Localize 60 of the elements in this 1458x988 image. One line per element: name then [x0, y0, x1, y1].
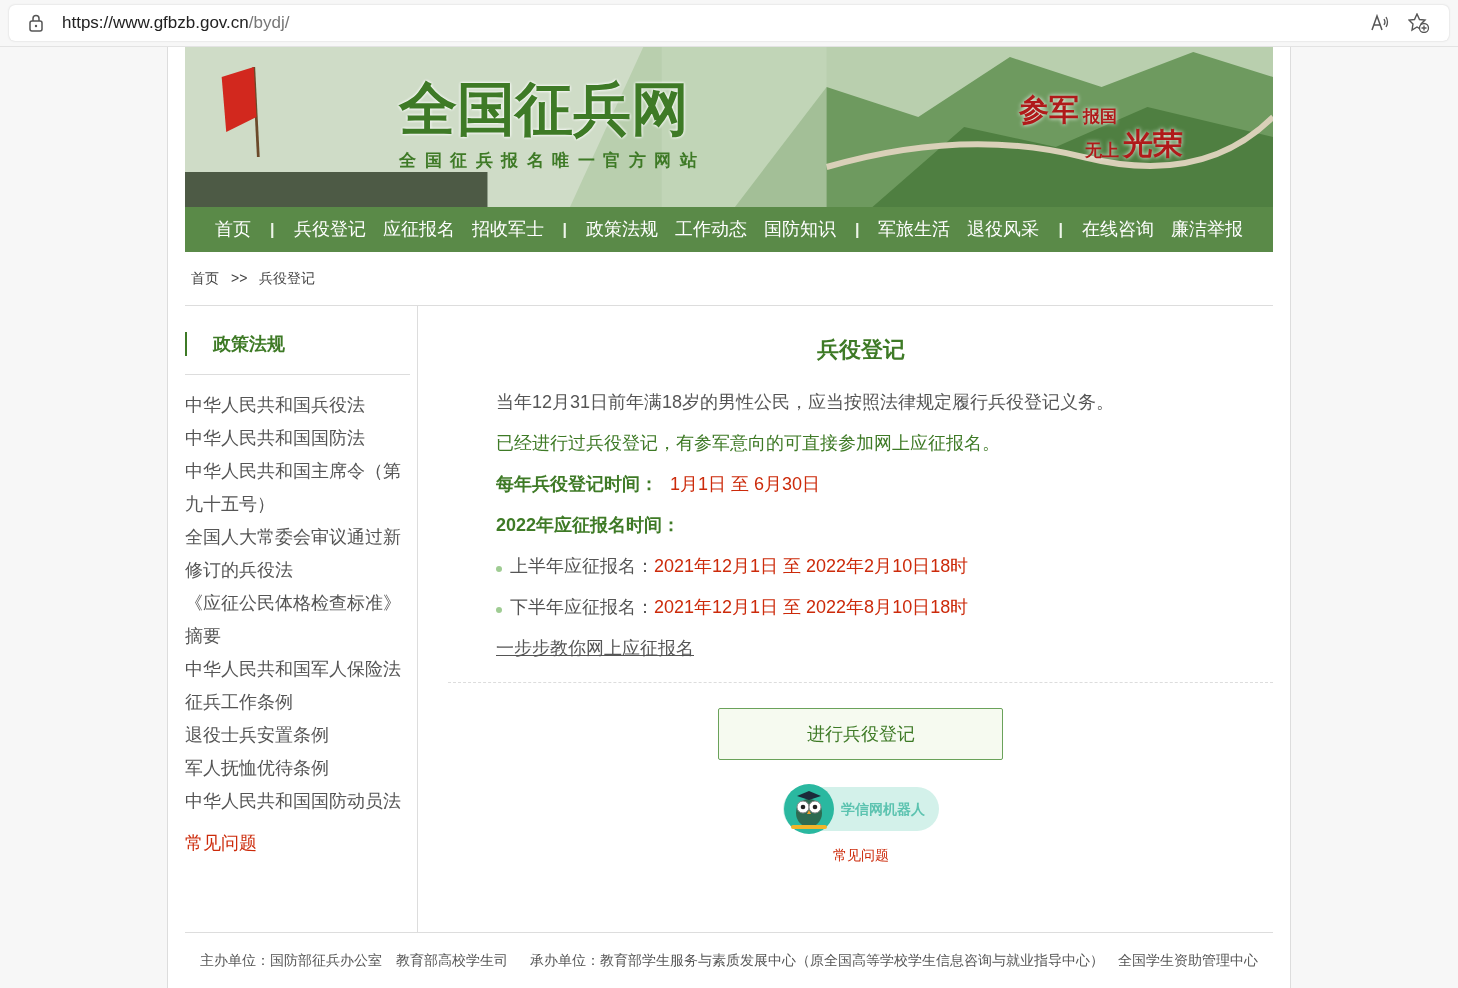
- enlistment-heading: 2022年应征报名时间：: [496, 514, 682, 537]
- sidebar-link[interactable]: 军人抚恤优待条例: [185, 752, 410, 785]
- registration-time-label: 每年兵役登记时间：: [496, 473, 658, 496]
- bullet-icon: [496, 566, 502, 572]
- period-label: 上半年应征报名：: [510, 555, 654, 578]
- sidebar-link[interactable]: 中华人民共和国军人保险法: [185, 653, 410, 686]
- slogan-text: 报国: [1083, 108, 1117, 125]
- period-value: 2021年12月1日 至 2022年8月10日18时: [654, 596, 969, 619]
- sidebar-link[interactable]: 全国人大常委会审议通过新修订的兵役法: [185, 521, 410, 587]
- footer-text: 主办单位：国防部征兵办公室 教育部高校学生司: [200, 951, 508, 970]
- nav-link[interactable]: 军旅生活: [878, 216, 951, 243]
- breadcrumb-link[interactable]: 首页: [191, 268, 219, 289]
- guide-link[interactable]: 一步步教你网上应征报名: [496, 636, 694, 660]
- sidebar-link[interactable]: 征兵工作条例: [185, 686, 410, 719]
- slogan-text: 无上: [1085, 142, 1119, 159]
- nav-link[interactable]: 在线咨询: [1081, 216, 1154, 243]
- sidebar-link[interactable]: 中华人民共和国兵役法: [185, 389, 410, 422]
- slogan-text: 光荣: [1123, 129, 1183, 159]
- intro-text: 已经进行过兵役登记，有参军意向的可直接参加网上应征报名。: [496, 432, 1001, 455]
- sidebar-link[interactable]: 中华人民共和国国防法: [185, 422, 410, 455]
- site-tagline: 全国征兵报名唯一官方网站: [399, 150, 705, 173]
- intro-text: 当年12月31日前年满18岁的男性公民，应当按照法律规定履行兵役登记义务。: [496, 391, 1116, 414]
- nav-link[interactable]: 兵役登记: [293, 216, 366, 243]
- nav-link[interactable]: 政策法规: [586, 216, 658, 243]
- nav-separator: |: [561, 219, 568, 240]
- nav-link[interactable]: 工作动态: [675, 216, 747, 243]
- nav-link[interactable]: 廉洁举报: [1170, 216, 1243, 243]
- nav-separator: |: [854, 219, 861, 240]
- register-button[interactable]: 进行兵役登记: [718, 708, 1003, 760]
- site-logo-title: 全国征兵网: [399, 80, 690, 139]
- nav-separator: |: [1057, 219, 1064, 240]
- sidebar-link[interactable]: 退役士兵安置条例: [185, 719, 410, 752]
- url-text: https://www.gfbzb.gov.cn/bydj/: [62, 12, 291, 35]
- nav-separator: |: [269, 219, 276, 240]
- nav-link[interactable]: 退役风采: [967, 216, 1040, 243]
- read-aloud-icon[interactable]: [1370, 14, 1390, 32]
- breadcrumb-separator: >>: [231, 269, 248, 288]
- sidebar-link[interactable]: 《应征公民体格检查标准》摘要: [185, 587, 410, 653]
- nav-link[interactable]: 国防知识: [764, 216, 836, 243]
- robot-label: 学信网机器人: [840, 799, 925, 819]
- sidebar-link[interactable]: 中华人民共和国国防动员法: [185, 785, 410, 818]
- period-value: 2021年12月1日 至 2022年2月10日18时: [654, 555, 969, 578]
- nav-link[interactable]: 应征报名: [382, 216, 455, 243]
- nav-link[interactable]: 首页: [215, 216, 252, 243]
- bullet-icon: [496, 607, 502, 613]
- nav-link[interactable]: 招收军士: [471, 216, 544, 243]
- breadcrumb-current: 兵役登记: [259, 269, 316, 288]
- slogan-text: 参军: [1019, 95, 1079, 125]
- address-bar[interactable]: https://www.gfbzb.gov.cn/bydj/: [9, 5, 1449, 41]
- sidebar-heading: 政策法规: [185, 332, 410, 356]
- faq-link[interactable]: 常见问题: [185, 830, 410, 857]
- sidebar-link[interactable]: 中华人民共和国主席令（第九十五号）: [185, 455, 410, 521]
- footer-text: 承办单位：教育部学生服务与素质发展中心（原全国高等学校学生信息咨询与就业指导中心） 全国学生资助管理中心: [530, 951, 1258, 970]
- favorite-add-icon[interactable]: [1408, 13, 1430, 33]
- faq-link[interactable]: 常见问题: [832, 845, 889, 866]
- lock-icon: [28, 14, 44, 32]
- page-title: 兵役登记: [815, 336, 906, 364]
- period-label: 下半年应征报名：: [510, 596, 654, 619]
- owl-icon: [782, 783, 835, 835]
- registration-time-value: 1月1日 至 6月30日: [670, 473, 821, 496]
